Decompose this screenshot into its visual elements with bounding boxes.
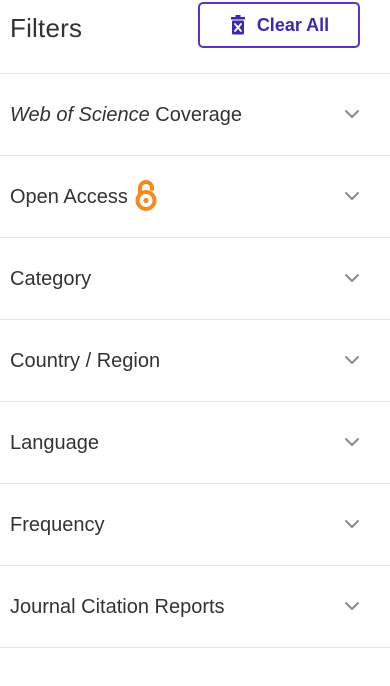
filter-list: Web of Science Coverage Open Access Cate… [0, 74, 390, 648]
clear-all-label: Clear All [256, 14, 330, 35]
chevron-down-icon [345, 274, 359, 282]
filters-title: Filters [10, 13, 83, 43]
filter-row-country-region[interactable]: Country / Region [0, 320, 390, 402]
filter-label: Frequency [10, 513, 105, 536]
chevron-down-icon [345, 520, 359, 528]
trash-icon [229, 15, 247, 35]
clear-all-button[interactable]: Clear All [198, 2, 360, 48]
chevron-down-icon [345, 192, 359, 200]
filter-row-open-access[interactable]: Open Access [0, 156, 390, 238]
filter-row-journal-citation-reports[interactable]: Journal Citation Reports [0, 566, 390, 648]
filter-row-frequency[interactable]: Frequency [0, 484, 390, 566]
filter-row-category[interactable]: Category [0, 238, 390, 320]
filter-label-text: Open Access [10, 185, 128, 208]
chevron-down-icon [345, 356, 359, 364]
chevron-down-icon [345, 438, 359, 446]
filter-label-rest: Coverage [149, 103, 242, 126]
filter-label: Country / Region [10, 349, 161, 372]
filter-label-italic: Web of Science [10, 103, 150, 126]
chevron-down-icon [345, 110, 359, 118]
open-access-lock-icon [134, 179, 158, 211]
filters-header: Filters Clear All [0, 0, 390, 72]
filter-label: Language [10, 431, 99, 454]
filter-label: Open Access [10, 156, 158, 238]
filter-row-language[interactable]: Language [0, 402, 390, 484]
filter-label: Web of Science Coverage [10, 74, 242, 156]
filter-label: Category [10, 267, 92, 290]
chevron-down-icon [345, 602, 359, 610]
filter-row-web-of-science-coverage[interactable]: Web of Science Coverage [0, 74, 390, 156]
filter-label: Journal Citation Reports [10, 595, 225, 618]
